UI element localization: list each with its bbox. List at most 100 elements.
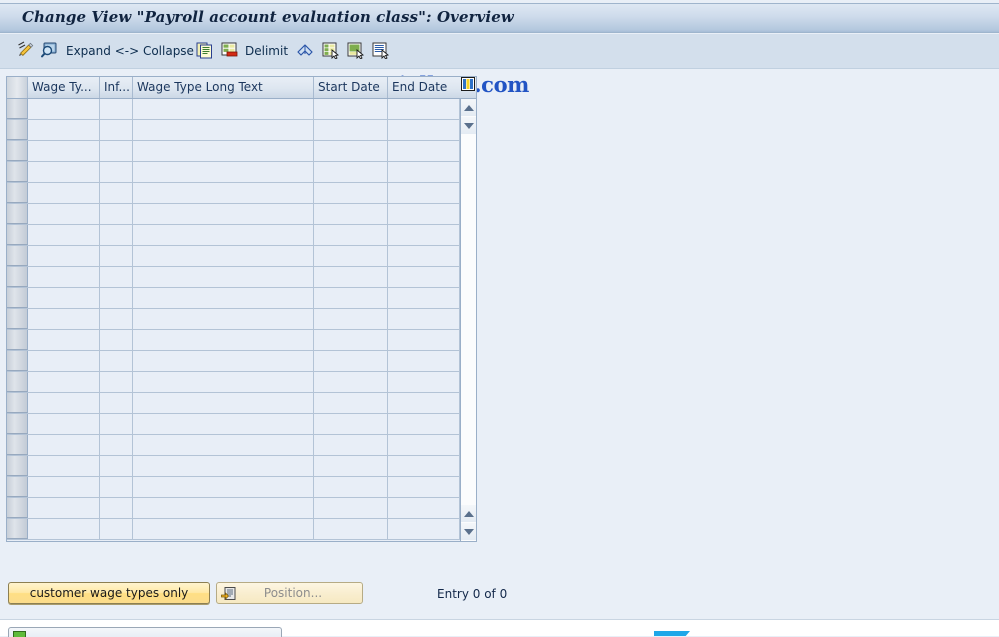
cell-end-date[interactable] (388, 99, 460, 119)
cell-start-date[interactable] (314, 435, 388, 455)
table-row[interactable] (7, 141, 476, 162)
cell-start-date[interactable] (314, 288, 388, 308)
cell-infotype[interactable] (100, 456, 133, 476)
row-selector-cell[interactable] (7, 372, 28, 392)
table-row[interactable] (7, 267, 476, 288)
cell-wage-type-long-text[interactable] (133, 456, 314, 476)
table-row[interactable] (7, 162, 476, 183)
cell-wage-type[interactable] (28, 288, 100, 308)
expand-collapse-button[interactable]: Expand <-> Collapse (66, 44, 194, 58)
table-row[interactable] (7, 414, 476, 435)
undo-button[interactable] (294, 40, 316, 62)
cell-wage-type[interactable] (28, 351, 100, 371)
cell-infotype[interactable] (100, 204, 133, 224)
row-selector-cell[interactable] (7, 414, 28, 434)
cell-wage-type[interactable] (28, 141, 100, 161)
cell-start-date[interactable] (314, 246, 388, 266)
cell-end-date[interactable] (388, 477, 460, 497)
cell-end-date[interactable] (388, 183, 460, 203)
cell-wage-type-long-text[interactable] (133, 435, 314, 455)
cell-wage-type-long-text[interactable] (133, 99, 314, 119)
cell-wage-type-long-text[interactable] (133, 519, 314, 539)
display-change-button[interactable] (14, 40, 36, 62)
cell-wage-type-long-text[interactable] (133, 267, 314, 287)
cell-start-date[interactable] (314, 99, 388, 119)
cell-wage-type[interactable] (28, 246, 100, 266)
cell-wage-type[interactable] (28, 435, 100, 455)
table-header-corner[interactable] (7, 77, 28, 98)
cell-start-date[interactable] (314, 351, 388, 371)
cell-end-date[interactable] (388, 519, 460, 539)
table-row[interactable] (7, 225, 476, 246)
cell-start-date[interactable] (314, 477, 388, 497)
table-row[interactable] (7, 99, 476, 120)
display-detail-button[interactable] (38, 40, 60, 62)
cell-wage-type[interactable] (28, 330, 100, 350)
row-selector-cell[interactable] (7, 456, 28, 476)
cell-start-date[interactable] (314, 141, 388, 161)
cell-start-date[interactable] (314, 393, 388, 413)
table-row[interactable] (7, 309, 476, 330)
column-header-start-date[interactable]: Start Date (314, 77, 388, 98)
position-button[interactable]: Position... (216, 582, 363, 604)
deselect-all-button[interactable] (344, 40, 366, 62)
column-header-wage-type-long-text[interactable]: Wage Type Long Text (133, 77, 314, 98)
cell-infotype[interactable] (100, 246, 133, 266)
cell-infotype[interactable] (100, 330, 133, 350)
cell-wage-type-long-text[interactable] (133, 204, 314, 224)
cell-wage-type-long-text[interactable] (133, 351, 314, 371)
table-row[interactable] (7, 183, 476, 204)
row-selector-cell[interactable] (7, 183, 28, 203)
scroll-page-down-button[interactable] (461, 523, 476, 540)
cell-wage-type-long-text[interactable] (133, 477, 314, 497)
cell-infotype[interactable] (100, 267, 133, 287)
row-selector-cell[interactable] (7, 288, 28, 308)
row-selector-cell[interactable] (7, 267, 28, 287)
cell-start-date[interactable] (314, 456, 388, 476)
cell-start-date[interactable] (314, 414, 388, 434)
row-selector-cell[interactable] (7, 141, 28, 161)
select-all-button[interactable] (319, 40, 341, 62)
cell-wage-type[interactable] (28, 267, 100, 287)
cell-start-date[interactable] (314, 183, 388, 203)
cell-wage-type[interactable] (28, 99, 100, 119)
cell-infotype[interactable] (100, 288, 133, 308)
row-selector-cell[interactable] (7, 204, 28, 224)
bottom-partial-button[interactable] (8, 627, 282, 637)
cell-infotype[interactable] (100, 225, 133, 245)
cell-wage-type-long-text[interactable] (133, 162, 314, 182)
cell-end-date[interactable] (388, 225, 460, 245)
cell-start-date[interactable] (314, 204, 388, 224)
cell-start-date[interactable] (314, 330, 388, 350)
row-selector-cell[interactable] (7, 309, 28, 329)
cell-wage-type-long-text[interactable] (133, 225, 314, 245)
row-selector-cell[interactable] (7, 351, 28, 371)
cell-wage-type[interactable] (28, 393, 100, 413)
customer-wage-types-only-button[interactable]: customer wage types only (8, 582, 210, 604)
cell-end-date[interactable] (388, 309, 460, 329)
select-block-button[interactable] (369, 40, 391, 62)
cell-wage-type-long-text[interactable] (133, 120, 314, 140)
cell-wage-type-long-text[interactable] (133, 393, 314, 413)
row-selector-cell[interactable] (7, 99, 28, 119)
cell-wage-type-long-text[interactable] (133, 414, 314, 434)
table-row[interactable] (7, 246, 476, 267)
table-row[interactable] (7, 477, 476, 498)
table-row[interactable] (7, 519, 476, 540)
scroll-down-button[interactable] (461, 117, 476, 134)
delete-button[interactable] (218, 40, 240, 62)
row-selector-cell[interactable] (7, 225, 28, 245)
cell-infotype[interactable] (100, 372, 133, 392)
cell-wage-type[interactable] (28, 414, 100, 434)
cell-start-date[interactable] (314, 267, 388, 287)
cell-wage-type-long-text[interactable] (133, 288, 314, 308)
cell-wage-type-long-text[interactable] (133, 330, 314, 350)
cell-wage-type-long-text[interactable] (133, 246, 314, 266)
cell-infotype[interactable] (100, 120, 133, 140)
cell-infotype[interactable] (100, 183, 133, 203)
cell-start-date[interactable] (314, 162, 388, 182)
cell-wage-type[interactable] (28, 372, 100, 392)
cell-start-date[interactable] (314, 120, 388, 140)
row-selector-cell[interactable] (7, 393, 28, 413)
cell-infotype[interactable] (100, 477, 133, 497)
